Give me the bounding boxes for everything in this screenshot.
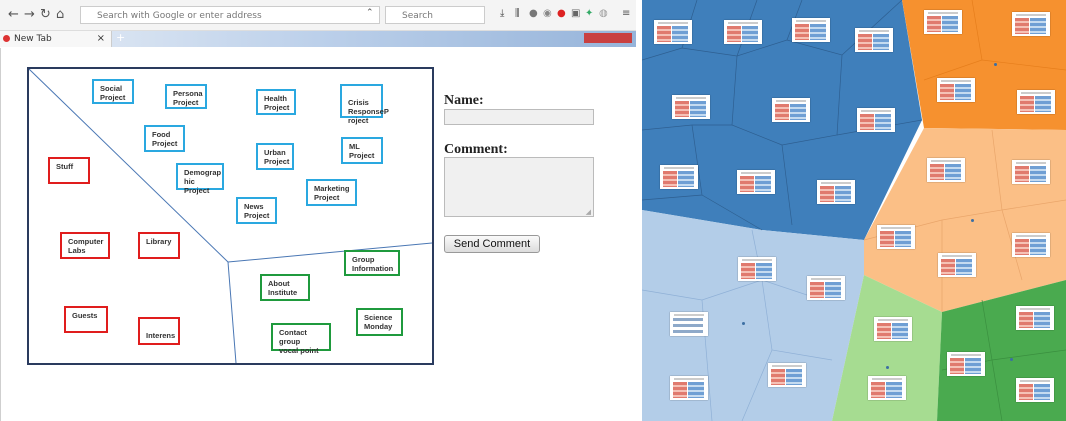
persona-project-box[interactable]: Persona Project [165, 84, 207, 109]
centroid-dot [994, 63, 997, 66]
news-project-box[interactable]: News Project [236, 197, 277, 224]
divider-line [227, 261, 237, 363]
thumbnail[interactable] [672, 95, 710, 119]
interens-box[interactable]: Interens [138, 317, 180, 345]
thumbnail[interactable] [738, 257, 776, 281]
thumbnail[interactable] [1012, 160, 1050, 184]
thumbnail[interactable] [857, 108, 895, 132]
thumbnail[interactable] [938, 253, 976, 277]
tab-bar: New Tab × + [0, 31, 636, 47]
thumbnail[interactable] [927, 158, 965, 182]
about-institute-box[interactable]: About Institute [260, 274, 310, 301]
science-monday-box[interactable]: Science Monday [356, 308, 403, 336]
crisis-project-box[interactable]: Crisis ResponseP roject [340, 84, 389, 125]
contact-group-box[interactable]: Contact group vocal point [271, 323, 331, 355]
pocket-icon[interactable]: ◍ [599, 8, 608, 19]
thumbnail[interactable] [792, 18, 830, 42]
centroid-dot [971, 219, 974, 222]
centroid-dot [1010, 358, 1013, 361]
search-bar[interactable]: Search [385, 6, 485, 24]
urban-project-box[interactable]: Urban Project [256, 143, 294, 170]
tab-title: New Tab [14, 34, 52, 44]
thumbnail[interactable] [670, 312, 708, 336]
forward-icon[interactable]: → [24, 7, 35, 22]
demographic-project-box[interactable]: Demograp hic Project [176, 163, 224, 195]
thumbnail[interactable] [737, 170, 775, 194]
comment-textarea[interactable]: ◢ [444, 157, 594, 217]
url-bar[interactable]: Search with Google or enter address [80, 6, 380, 24]
name-label: Name: [444, 93, 484, 108]
thumbnail[interactable] [874, 317, 912, 341]
thumbnail[interactable] [855, 28, 893, 52]
send-comment-button[interactable]: Send Comment [444, 235, 540, 253]
interens-label: Interens [146, 331, 176, 340]
browser-toolbar: ← → ↻ ⌂ Search with Google or enter addr… [0, 0, 636, 31]
guests-box[interactable]: Guests [64, 306, 108, 333]
thumbnail[interactable] [807, 276, 845, 300]
browser-window: ← → ↻ ⌂ Search with Google or enter addr… [0, 0, 636, 421]
ublock-icon[interactable]: ● [557, 8, 566, 19]
thumbnail[interactable] [924, 10, 962, 34]
thumbnail[interactable] [772, 98, 810, 122]
window-controls[interactable] [584, 33, 632, 43]
sync-icon[interactable]: ● [529, 8, 538, 19]
thumbnail[interactable] [868, 376, 906, 400]
social-project-box[interactable]: Social Project [92, 79, 134, 104]
centroid-dot [886, 366, 889, 369]
thumbnail[interactable] [654, 20, 692, 44]
back-icon[interactable]: ← [8, 7, 19, 22]
home-icon[interactable]: ⌂ [56, 7, 64, 22]
thumbnail[interactable] [1016, 378, 1054, 402]
new-tab-button[interactable]: + [116, 31, 125, 44]
thumbnail[interactable] [817, 180, 855, 204]
marketing-project-box[interactable]: Marketing Project [306, 179, 357, 206]
download-icon[interactable]: ⤓ [500, 8, 504, 19]
thumbnail[interactable] [670, 376, 708, 400]
tab-new-tab[interactable]: New Tab × [0, 31, 112, 47]
comment-label: Comment: [444, 142, 508, 157]
thumbnail[interactable] [947, 352, 985, 376]
thumbnail[interactable] [1012, 12, 1050, 36]
thumbnail[interactable] [768, 363, 806, 387]
screenshot-icon[interactable]: ▣ [571, 8, 580, 19]
thumbnail[interactable] [877, 225, 915, 249]
thumbnail[interactable] [1016, 306, 1054, 330]
group-information-box[interactable]: Group Information [344, 250, 400, 276]
name-input[interactable] [444, 109, 594, 125]
firefox-icon [3, 35, 10, 42]
thumbnail[interactable] [1017, 90, 1055, 114]
stuff-box[interactable]: Stuff [48, 157, 90, 184]
account-icon[interactable]: ◉ [543, 8, 552, 19]
computer-labs-box[interactable]: Computer Labs [60, 232, 110, 259]
thumbnail[interactable] [660, 165, 698, 189]
food-project-box[interactable]: Food Project [144, 125, 185, 152]
thumbnail[interactable] [724, 20, 762, 44]
reload-icon[interactable]: ↻ [40, 7, 51, 22]
thumbnail[interactable] [937, 78, 975, 102]
extension-icon[interactable]: ✦ [585, 8, 593, 19]
library-icon[interactable]: ⫼ [515, 8, 520, 19]
ml-project-box[interactable]: ML Project [341, 137, 383, 164]
health-project-box[interactable]: Health Project [256, 89, 296, 115]
voronoi-treemap-panel [642, 0, 1066, 421]
voronoi-regions [642, 0, 1066, 421]
dropdown-icon[interactable]: ⌃ [366, 8, 374, 18]
resize-handle-icon[interactable]: ◢ [586, 208, 591, 216]
close-tab-icon[interactable]: × [97, 31, 105, 47]
divider-line [227, 242, 432, 263]
library-box[interactable]: Library [138, 232, 180, 259]
menu-icon[interactable]: ≡ [622, 8, 630, 19]
centroid-dot [742, 322, 745, 325]
thumbnail[interactable] [1012, 233, 1050, 257]
